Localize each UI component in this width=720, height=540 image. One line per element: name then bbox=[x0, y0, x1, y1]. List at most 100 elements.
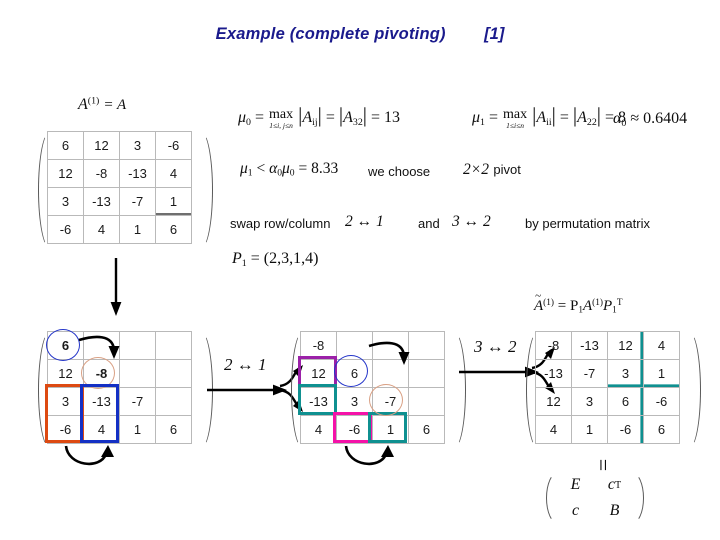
matrix-cell: 1 bbox=[643, 359, 680, 388]
matrix-cell: 3 bbox=[47, 187, 84, 216]
mu1-subscript: 1 bbox=[480, 116, 485, 128]
matrix-cell: -13 bbox=[300, 387, 337, 416]
swap-pair-1-value: 2 ↔ 1 bbox=[345, 213, 384, 230]
slide-title-bar: Example (complete pivoting) [1] bbox=[0, 25, 720, 44]
a1-superscript: (1) bbox=[87, 96, 100, 107]
alpha0-value: ≈ 0.6404 bbox=[630, 110, 688, 127]
matrix-row: 12 -8 -13 4 bbox=[47, 159, 192, 188]
formula-mu1: μ1 = max 1≤i≤n |Aii| = |A22| = 8 bbox=[472, 103, 626, 129]
mu1-arg2: A bbox=[577, 109, 587, 126]
matrix-cell: 6 bbox=[408, 415, 445, 444]
matrix-original-table: 6 12 3 -6 12 -8 -13 4 3 -13 -7 1 -6 4 1 6 bbox=[47, 131, 192, 244]
matrix-cell bbox=[408, 359, 445, 388]
matrix-cell bbox=[155, 359, 192, 388]
matrix-cell: 4 bbox=[535, 415, 572, 444]
matrix-row: -8 bbox=[300, 331, 445, 360]
matrix-cell: -7 bbox=[571, 359, 608, 388]
a-tilde-eq: = P bbox=[557, 298, 579, 314]
matrix-cell: 12 bbox=[535, 387, 572, 416]
matrix-paren-right-2 bbox=[200, 331, 213, 449]
pivot-size-label: 2×2 pivot bbox=[463, 161, 521, 179]
matrix-cell: 3 bbox=[47, 387, 84, 416]
matrix-cell: 6 bbox=[336, 359, 373, 388]
mu1-equals: = bbox=[488, 109, 499, 126]
matrix-cell: -8 bbox=[535, 331, 572, 360]
matrix-cell: 3 bbox=[336, 387, 373, 416]
permutation-note: by permutation matrix bbox=[525, 215, 650, 233]
abs-bar-close-1: | bbox=[317, 103, 322, 127]
a-tilde-p: P bbox=[603, 298, 613, 314]
matrix-cell: -13 bbox=[83, 187, 120, 216]
matrix-cell: 1 bbox=[571, 415, 608, 444]
ineq-mu0: μ bbox=[282, 160, 290, 177]
matrix-cell: -6 bbox=[155, 131, 192, 160]
matrix-cell: -8 bbox=[83, 159, 120, 188]
page-title: Example (complete pivoting) bbox=[215, 25, 446, 43]
matrix-row: 12 6 bbox=[300, 359, 445, 388]
matrix-cell: 12 bbox=[83, 131, 120, 160]
pivot-word: pivot bbox=[493, 162, 521, 177]
matrix-cell: 1 bbox=[372, 415, 409, 444]
matrix-cell bbox=[155, 387, 192, 416]
matrix-paren-right-1 bbox=[200, 131, 213, 249]
matrix-cell: 12 bbox=[607, 331, 644, 360]
mu0-equals-2: = bbox=[325, 109, 335, 126]
matrix-cell: -6 bbox=[47, 415, 84, 444]
matrix-cell: 6 bbox=[155, 415, 192, 444]
mu1-max-range: 1≤i≤n bbox=[506, 120, 524, 130]
matrix-cell: -6 bbox=[607, 415, 644, 444]
citation-reference: [1] bbox=[484, 25, 505, 43]
matrix-row: 6 bbox=[47, 331, 192, 360]
matrix-cell: 1 bbox=[119, 215, 156, 244]
matrix-cell: 12 bbox=[47, 359, 84, 388]
mu1-symbol: μ bbox=[472, 109, 481, 126]
transition-arrow-32 bbox=[459, 366, 539, 378]
swap-pair-2: 3 ↔ 2 bbox=[452, 213, 491, 231]
swap-pair-2-value: 3 ↔ 2 bbox=[452, 213, 491, 230]
matrix-cell: -6 bbox=[47, 215, 84, 244]
matrix-cell: 1 bbox=[119, 415, 156, 444]
matrix-cell: -8 bbox=[83, 359, 120, 388]
formula-a-tilde: ~ A(1) = P1A(1)P1T bbox=[534, 290, 623, 316]
matrix-row: -6 4 1 6 bbox=[47, 215, 192, 244]
formula-alpha0: α0 ≈ 0.6404 bbox=[613, 110, 687, 129]
transition-label-32: 3 ↔ 2 bbox=[474, 337, 517, 357]
a-tilde-p-sup: T bbox=[616, 297, 623, 308]
matrix-cell: 4 bbox=[83, 215, 120, 244]
alpha0-subscript: 0 bbox=[621, 117, 627, 129]
block-cell-E: E bbox=[556, 472, 595, 498]
ineq-alpha: α bbox=[269, 160, 278, 177]
matrix-cell bbox=[408, 331, 445, 360]
block-c-label: c bbox=[571, 502, 580, 519]
p1-subscript: 1 bbox=[241, 257, 247, 269]
swap-pair-1: 2 ↔ 1 bbox=[345, 213, 384, 231]
swap-arrow-bottom-middle bbox=[344, 445, 394, 466]
equals-symbol: = bbox=[591, 458, 617, 472]
a-tilde-a: A bbox=[582, 298, 593, 314]
mu1-arg: A bbox=[536, 109, 547, 126]
and-label: and bbox=[418, 216, 440, 231]
block-cell-B: B bbox=[595, 498, 634, 524]
we-choose-text: we choose bbox=[368, 163, 430, 181]
matrix-cell: 3 bbox=[607, 359, 644, 388]
matrix-row: 3 -13 -7 bbox=[47, 387, 192, 416]
matrix-cell bbox=[83, 331, 120, 360]
formula-mu0: μ0 = max 1≤i, j≤n |Aij| = |A32| = 13 bbox=[238, 103, 400, 129]
matrix-cell: -7 bbox=[119, 387, 156, 416]
matrix-step2: -8 12 6 -13 3 -7 4 -6 1 6 bbox=[291, 331, 466, 449]
abs-bar-close-4: | bbox=[596, 103, 602, 127]
matrix-a1-label: A(1) = A bbox=[78, 96, 126, 114]
a1-equals-a: = A bbox=[103, 97, 127, 114]
matrix-cell: -7 bbox=[372, 387, 409, 416]
matrix-cell: -13 bbox=[83, 387, 120, 416]
swap-instruction: swap row/column bbox=[230, 215, 330, 233]
formula-inequality: μ1 < α0μ0 = 8.33 bbox=[240, 160, 338, 179]
a1-letter: A bbox=[78, 96, 88, 114]
matrix-cell: -6 bbox=[336, 415, 373, 444]
matrix-row: 12 3 6 -6 bbox=[535, 387, 680, 416]
matrix-cell: -13 bbox=[571, 331, 608, 360]
mu1-arg2-sub: 22 bbox=[586, 116, 597, 128]
block-cT-label: c bbox=[607, 476, 615, 493]
matrix-cell: 3 bbox=[119, 131, 156, 160]
matrix-cell: 6 bbox=[47, 331, 84, 360]
